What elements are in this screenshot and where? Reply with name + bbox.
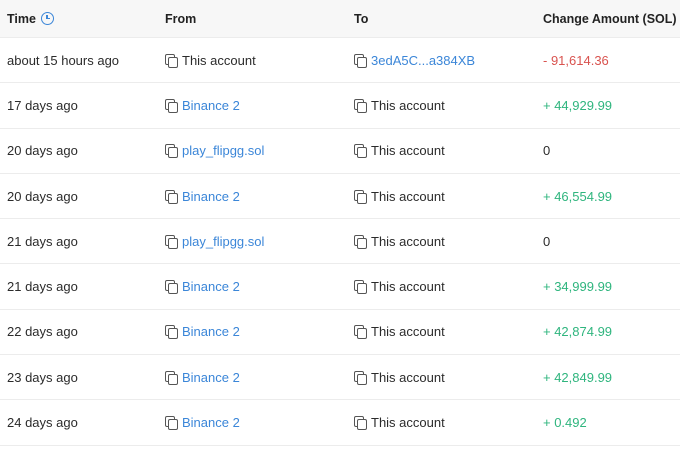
copy-icon[interactable] <box>354 189 367 204</box>
from-address-link[interactable]: Binance 2 <box>182 415 240 430</box>
to-account-label: This account <box>371 415 445 431</box>
to-address-link[interactable]: 3edA5C...a384XB <box>371 53 475 68</box>
header-to: To <box>354 11 369 26</box>
row-time: 23 days ago <box>7 369 78 385</box>
table-row: 20 days ago Binance 2 This account + 46,554… <box>0 174 680 220</box>
row-from: play_flipgg.sol <box>165 219 264 263</box>
copy-icon[interactable] <box>165 280 178 295</box>
copy-icon[interactable] <box>165 370 178 385</box>
to-account-label: This account <box>371 369 445 385</box>
from-address-link[interactable]: play_flipgg.sol <box>182 143 264 158</box>
row-from: Binance 2 <box>165 83 240 127</box>
table-body: about 15 hours ago This account 3edA5C...a… <box>0 38 680 446</box>
row-change-amount: + 42,849.99 <box>543 369 613 385</box>
from-address-link[interactable]: play_flipgg.sol <box>182 234 264 249</box>
table-row: 23 days ago Binance 2 This account + 42,849… <box>0 355 680 401</box>
to-account-label: This account <box>371 143 445 159</box>
row-change-amount: + 34,999.99 <box>543 279 613 295</box>
to-account-label: This account <box>371 324 445 340</box>
row-time: 21 days ago <box>7 233 78 249</box>
copy-icon[interactable] <box>165 234 178 249</box>
row-from: play_flipgg.sol <box>165 129 264 173</box>
row-time: 17 days ago <box>7 97 78 113</box>
from-address-link[interactable]: Binance 2 <box>182 324 240 339</box>
row-to: This account <box>354 355 445 399</box>
table-header: Time From To Change Amount (SOL) <box>0 0 680 38</box>
row-from: Binance 2 <box>165 174 240 218</box>
row-change-amount: + 42,874.99 <box>543 324 613 340</box>
copy-icon[interactable] <box>165 189 178 204</box>
from-address-link[interactable]: Binance 2 <box>182 98 240 113</box>
header-from: From <box>165 11 197 26</box>
header-change-amount: Change Amount (SOL) <box>543 11 677 26</box>
to-account-label: This account <box>371 279 445 295</box>
row-to: This account <box>354 400 445 444</box>
copy-icon[interactable] <box>165 416 178 431</box>
row-to: This account <box>354 310 445 354</box>
row-time: 20 days ago <box>7 143 78 159</box>
copy-icon[interactable] <box>354 53 367 68</box>
row-change-amount: + 0.492 <box>543 415 587 431</box>
transfers-table: Time From To Change Amount (SOL) about 1… <box>0 0 680 446</box>
table-row: about 15 hours ago This account 3edA5C...a… <box>0 38 680 84</box>
table-row: 20 days ago play_flipgg.sol This account 0 <box>0 129 680 174</box>
to-account-label: This account <box>371 233 445 249</box>
row-change-amount: + 44,929.99 <box>543 97 613 113</box>
header-time-label: Time <box>7 11 36 26</box>
clock-icon[interactable] <box>40 12 54 25</box>
row-to: This account <box>354 174 445 218</box>
table-row: 21 days ago Binance 2 This account + 34,999… <box>0 264 680 310</box>
table-row: 22 days ago Binance 2 This account + 42,874… <box>0 310 680 356</box>
to-account-label: This account <box>371 97 445 113</box>
row-change-amount: 0 <box>543 233 551 249</box>
row-change-amount: - 91,614.36 <box>543 52 609 68</box>
row-from: Binance 2 <box>165 310 240 354</box>
copy-icon[interactable] <box>165 325 178 340</box>
from-account-label: This account <box>182 52 256 68</box>
to-account-label: This account <box>371 188 445 204</box>
row-to: 3edA5C...a384XB <box>354 38 475 82</box>
copy-icon[interactable] <box>354 416 367 431</box>
copy-icon[interactable] <box>354 325 367 340</box>
row-to: This account <box>354 219 445 263</box>
row-time: about 15 hours ago <box>7 52 120 68</box>
row-change-amount: + 46,554.99 <box>543 188 613 204</box>
row-time: 21 days ago <box>7 279 78 295</box>
row-to: This account <box>354 264 445 308</box>
copy-icon[interactable] <box>354 234 367 249</box>
copy-icon[interactable] <box>354 370 367 385</box>
header-time[interactable]: Time <box>7 0 54 37</box>
table-row: 21 days ago play_flipgg.sol This account 0 <box>0 219 680 265</box>
from-address-link[interactable]: Binance 2 <box>182 279 240 294</box>
row-from: Binance 2 <box>165 264 240 308</box>
row-time: 24 days ago <box>7 415 78 431</box>
row-from: Binance 2 <box>165 355 240 399</box>
row-change-amount: 0 <box>543 143 551 159</box>
row-from: Binance 2 <box>165 400 240 444</box>
row-to: This account <box>354 83 445 127</box>
from-address-link[interactable]: Binance 2 <box>182 189 240 204</box>
table-row: 24 days ago Binance 2 This account + 0.492 <box>0 400 680 446</box>
from-address-link[interactable]: Binance 2 <box>182 370 240 385</box>
row-time: 22 days ago <box>7 324 78 340</box>
copy-icon[interactable] <box>165 144 178 159</box>
copy-icon[interactable] <box>354 280 367 295</box>
copy-icon[interactable] <box>354 98 367 113</box>
row-time: 20 days ago <box>7 188 78 204</box>
row-from: This account <box>165 38 256 82</box>
copy-icon[interactable] <box>165 98 178 113</box>
table-row: 17 days ago Binance 2 This account + 44,929… <box>0 83 680 129</box>
copy-icon[interactable] <box>165 53 178 68</box>
copy-icon[interactable] <box>354 144 367 159</box>
row-to: This account <box>354 129 445 173</box>
